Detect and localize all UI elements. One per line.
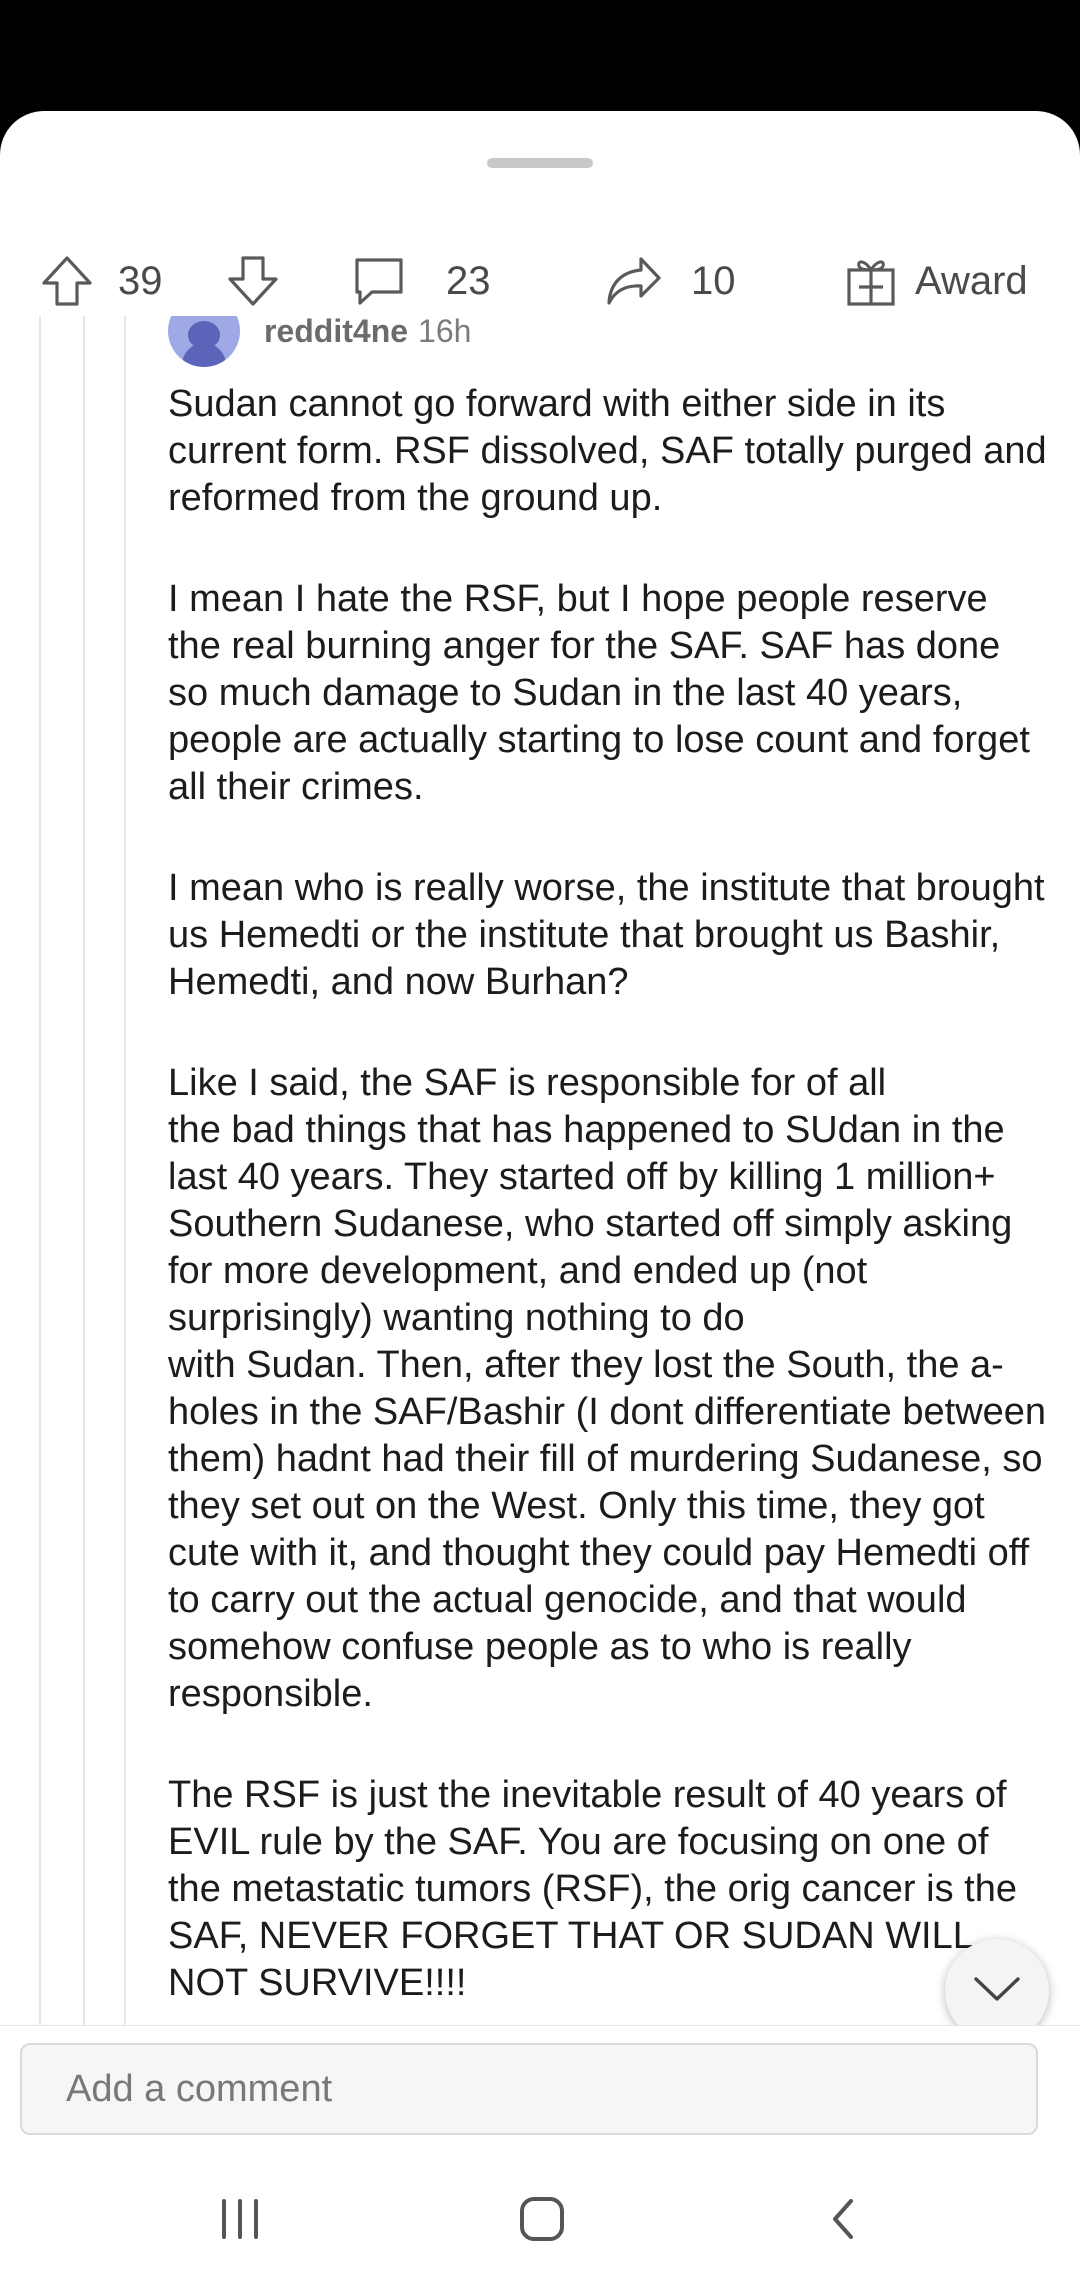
comment-composer: Add a comment xyxy=(0,2025,1080,2281)
comment-paragraph: Sudan cannot go forward with either side… xyxy=(168,383,1047,519)
back-button[interactable] xyxy=(783,2176,903,2266)
upvote-count: 39 xyxy=(118,258,163,303)
comment-age: 16h xyxy=(418,316,472,349)
speech-bubble-icon xyxy=(352,254,406,308)
comment-paragraph: Like I said, the SAF is responsible for … xyxy=(168,1062,1047,1715)
thread-line[interactable] xyxy=(83,316,85,2026)
arrow-down-icon xyxy=(226,254,280,308)
chevron-down-icon xyxy=(972,1974,1022,2009)
arrow-up-icon xyxy=(40,254,94,308)
award-label: Award xyxy=(915,258,1028,303)
comment-paragraph: I mean I hate the RSF, but I hope people… xyxy=(168,578,1030,808)
comment-count: 23 xyxy=(446,258,491,303)
home-icon xyxy=(518,2195,566,2248)
gift-icon xyxy=(845,254,897,308)
share-count: 10 xyxy=(691,258,736,303)
comment-sheet: 39 23 10 Award reddit4ne 16h Sudan canno… xyxy=(0,111,1080,2280)
comment-paragraph: The RSF is just the inevitable result of… xyxy=(168,1774,1017,2004)
home-button[interactable] xyxy=(482,2176,602,2266)
comment-header: reddit4ne 16h xyxy=(168,316,471,376)
recents-button[interactable] xyxy=(180,2176,300,2266)
recents-icon xyxy=(216,2197,264,2246)
thread-line[interactable] xyxy=(39,316,41,2026)
comment-thread: reddit4ne 16h Sudan cannot go forward wi… xyxy=(0,316,1080,2026)
add-comment-input[interactable]: Add a comment xyxy=(20,2043,1038,2135)
share-arrow-icon xyxy=(605,254,663,308)
back-icon xyxy=(825,2195,861,2248)
comment-username[interactable]: reddit4ne xyxy=(264,316,408,350)
comment-paragraph: I mean who is really worse, the institut… xyxy=(168,867,1045,1003)
avatar[interactable] xyxy=(168,316,240,367)
system-navigation-bar xyxy=(0,2176,1080,2266)
drag-handle[interactable] xyxy=(487,158,593,168)
thread-line[interactable] xyxy=(124,316,126,2026)
add-comment-placeholder: Add a comment xyxy=(66,2067,333,2110)
comment-body: Sudan cannot go forward with either side… xyxy=(168,381,1048,2026)
